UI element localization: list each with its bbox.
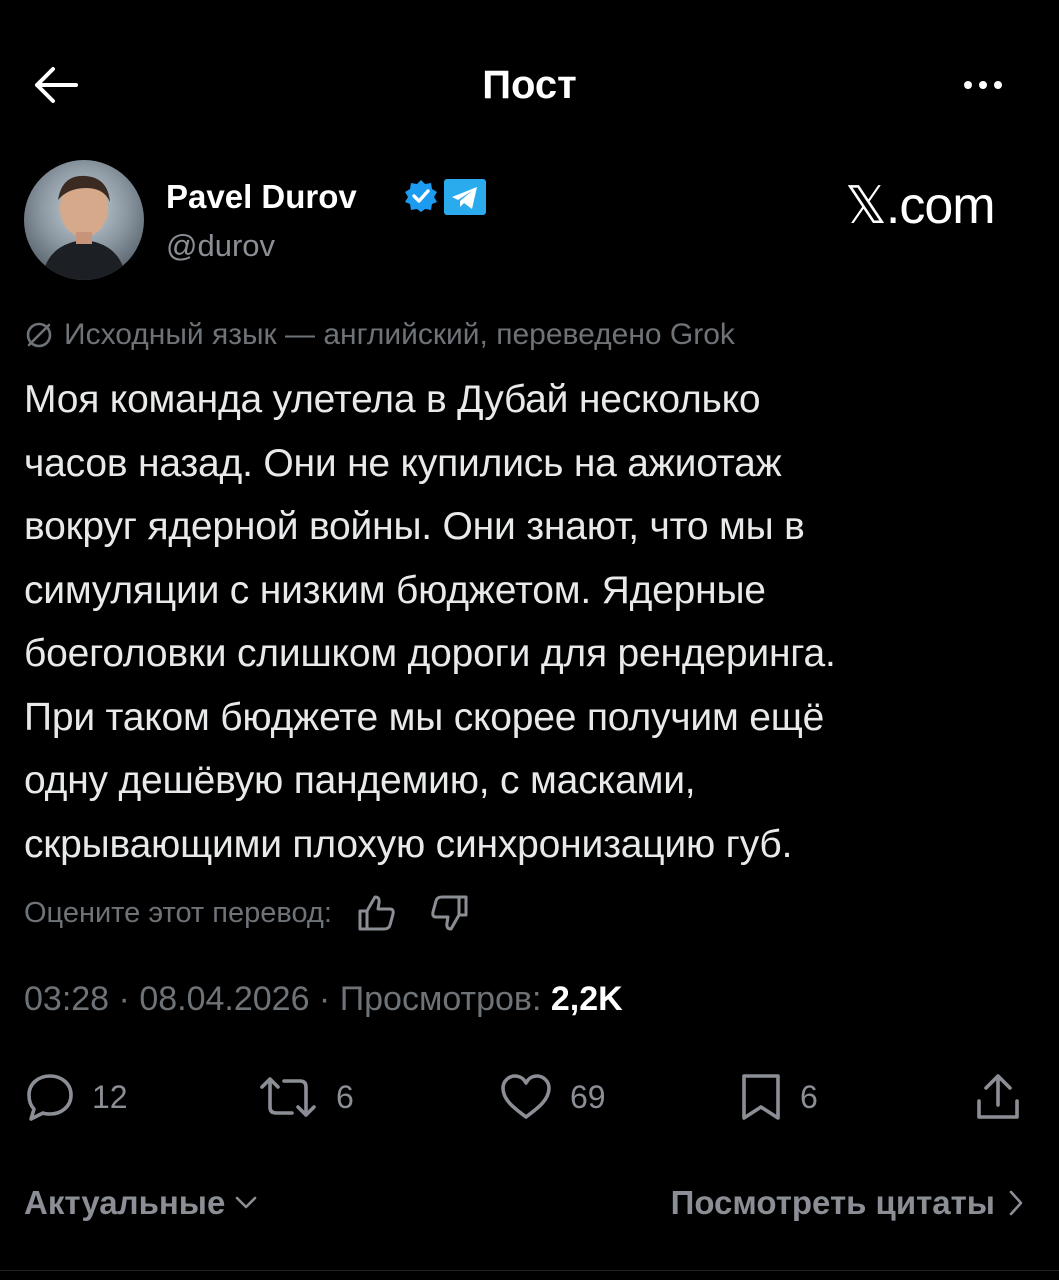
reply-count: 12 bbox=[92, 1078, 128, 1115]
avatar[interactable] bbox=[24, 160, 144, 280]
like-button[interactable]: 69 bbox=[498, 1066, 606, 1128]
back-button[interactable] bbox=[28, 58, 82, 112]
chevron-right-icon bbox=[1009, 1190, 1023, 1216]
rate-translation-label: Оцените этот перевод: bbox=[24, 896, 332, 929]
author-handle[interactable]: @durov bbox=[166, 228, 275, 264]
share-button[interactable] bbox=[972, 1066, 1024, 1128]
chevron-down-icon bbox=[236, 1196, 257, 1209]
page-title: Пост bbox=[482, 63, 577, 107]
meta-separator: · bbox=[109, 980, 140, 1018]
view-quotes-link[interactable]: Посмотреть цитаты bbox=[671, 1184, 1023, 1222]
translation-notice-text: Исходный язык — английский, переведено G… bbox=[64, 318, 735, 351]
telegram-icon bbox=[444, 179, 486, 215]
like-count: 69 bbox=[570, 1078, 606, 1115]
views-label: Просмотров: bbox=[339, 980, 542, 1018]
post-meta: 03:28 · 08.04.2026 · Просмотров: 2,2K bbox=[24, 980, 623, 1019]
divider bbox=[0, 1270, 1059, 1271]
sort-replies-button[interactable]: Актуальные bbox=[24, 1184, 257, 1222]
post-time: 03:28 bbox=[24, 980, 110, 1018]
repost-icon bbox=[260, 1077, 316, 1117]
more-options-button[interactable] bbox=[950, 62, 1016, 108]
arrow-left-icon bbox=[35, 67, 78, 103]
translation-notice: Исходный язык — английский, переведено G… bbox=[24, 318, 735, 352]
reply-icon bbox=[27, 1074, 73, 1121]
post-date: 08.04.2026 bbox=[139, 980, 310, 1018]
author-name[interactable]: Pavel Durov bbox=[166, 178, 357, 216]
translate-icon bbox=[26, 322, 52, 348]
thumbs-up-icon bbox=[358, 895, 395, 931]
bookmark-icon bbox=[742, 1074, 780, 1120]
verified-check-icon bbox=[405, 180, 437, 212]
reply-button[interactable]: 12 bbox=[24, 1066, 128, 1128]
rate-translation-row: Оцените этот перевод: bbox=[24, 888, 496, 938]
meta-separator: · bbox=[309, 980, 340, 1018]
view-quotes-label: Посмотреть цитаты bbox=[670, 1184, 995, 1221]
avatar-portrait bbox=[42, 175, 126, 280]
bookmark-button[interactable]: 6 bbox=[738, 1066, 818, 1128]
repost-button[interactable]: 6 bbox=[256, 1066, 354, 1128]
thumbs-down-icon bbox=[431, 895, 468, 931]
x-com-watermark: 𝕏.com bbox=[845, 177, 996, 235]
thumbs-down-button[interactable] bbox=[424, 888, 474, 938]
post-text: Моя команда улетела в Дубай несколько ча… bbox=[24, 378, 836, 866]
thumbs-up-button[interactable] bbox=[352, 888, 402, 938]
heart-icon bbox=[501, 1074, 551, 1119]
sort-label: Актуальные bbox=[24, 1184, 226, 1221]
more-horizontal-icon bbox=[964, 81, 1002, 89]
share-icon bbox=[977, 1074, 1019, 1119]
repost-count: 6 bbox=[336, 1078, 354, 1115]
views-count[interactable]: 2,2K bbox=[551, 980, 623, 1018]
bookmark-count: 6 bbox=[800, 1078, 818, 1115]
